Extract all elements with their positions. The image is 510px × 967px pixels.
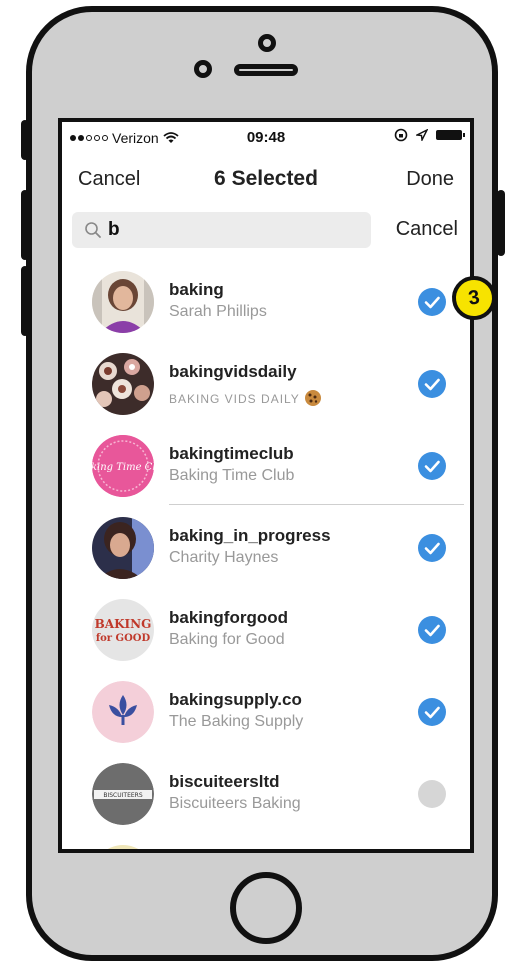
full-name: Charity Haynes	[169, 549, 279, 566]
username: baking_in_progress	[169, 526, 331, 545]
proximity-sensor	[194, 60, 212, 78]
avatar: Baking Time Club	[92, 435, 154, 497]
earpiece-speaker	[234, 64, 298, 76]
navigation-bar: Cancel 6 Selected Done	[62, 154, 470, 206]
location-icon	[416, 129, 428, 141]
avatar-logo-text: BISCUITEERS	[103, 792, 142, 799]
checkmark-icon[interactable]	[418, 370, 446, 398]
username: bakingtimeclub	[169, 444, 294, 463]
full-name: Biscuiteers Baking	[169, 795, 301, 812]
power-button	[497, 190, 505, 256]
full-name: Baking Time Club	[169, 467, 295, 484]
list-item[interactable]: bakingsupply.co The Baking Supply	[62, 668, 470, 750]
username: bakingvidsdaily	[169, 362, 297, 381]
avatar: BISCUITEERS	[92, 763, 154, 825]
list-item[interactable]: baking Sarah Phillips	[62, 258, 470, 340]
full-name: BAKING VIDS DAILY	[169, 389, 322, 407]
checkmark-icon[interactable]	[418, 616, 446, 644]
cookie-icon	[304, 390, 321, 406]
done-button[interactable]: Done	[406, 168, 454, 191]
list-item[interactable]: BISCUITEERS biscuiteersltd Biscuiteers B…	[62, 750, 470, 832]
search-cancel-button[interactable]: Cancel	[396, 218, 458, 241]
list-item[interactable]: bakingvidsdaily BAKING VIDS DAILY	[62, 340, 470, 422]
volume-down-button	[21, 266, 29, 336]
full-name-text: BAKING VIDS DAILY	[169, 392, 300, 406]
avatar: BAKING for GOOD	[92, 599, 154, 661]
status-bar: Verizon 09:48	[62, 122, 470, 154]
rotation-lock-icon	[394, 128, 408, 142]
home-button[interactable]	[230, 872, 302, 944]
checkmark-icon[interactable]	[418, 698, 446, 726]
avatar	[92, 271, 154, 333]
avatar-logo-text: Baking Time Club	[92, 462, 154, 473]
list-item-partial	[62, 832, 470, 849]
checkmark-icon[interactable]	[418, 534, 446, 562]
list-item[interactable]: baking_in_progress Charity Haynes	[62, 504, 470, 586]
full-name: Baking for Good	[169, 631, 285, 648]
battery-icon	[436, 130, 465, 140]
search-box[interactable]	[72, 212, 371, 248]
avatar-logo-text: for GOOD	[96, 633, 151, 644]
search-row: Cancel	[62, 210, 470, 254]
username: baking	[169, 280, 224, 299]
search-icon	[85, 222, 101, 238]
username: bakingsupply.co	[169, 690, 302, 709]
avatar	[92, 681, 154, 743]
phone-screen: Verizon 09:48 Cancel 6 Selected Done b C…	[58, 118, 474, 853]
username: bakingforgood	[169, 608, 288, 627]
selected-count: 6	[214, 167, 226, 190]
checkmark-icon[interactable]	[418, 452, 446, 480]
full-name: The Baking Supply	[169, 713, 304, 730]
selected-label: Selected	[231, 167, 318, 190]
mute-switch	[21, 120, 29, 160]
list-item[interactable]: Baking Time Club bakingtimeclub Baking T…	[62, 422, 470, 504]
full-name: Sarah Phillips	[169, 303, 267, 320]
checkmark-icon[interactable]	[418, 288, 446, 316]
avatar	[92, 845, 154, 849]
avatar	[92, 517, 154, 579]
unselected-circle-icon[interactable]	[418, 780, 446, 808]
list-item[interactable]: BAKING for GOOD bakingforgood Baking for…	[62, 586, 470, 668]
avatar-logo-text: BAKING	[95, 617, 152, 631]
search-input[interactable]	[108, 216, 348, 244]
volume-up-button	[21, 190, 29, 260]
avatar	[92, 353, 154, 415]
front-camera	[258, 34, 276, 52]
username: biscuiteersltd	[169, 772, 280, 791]
